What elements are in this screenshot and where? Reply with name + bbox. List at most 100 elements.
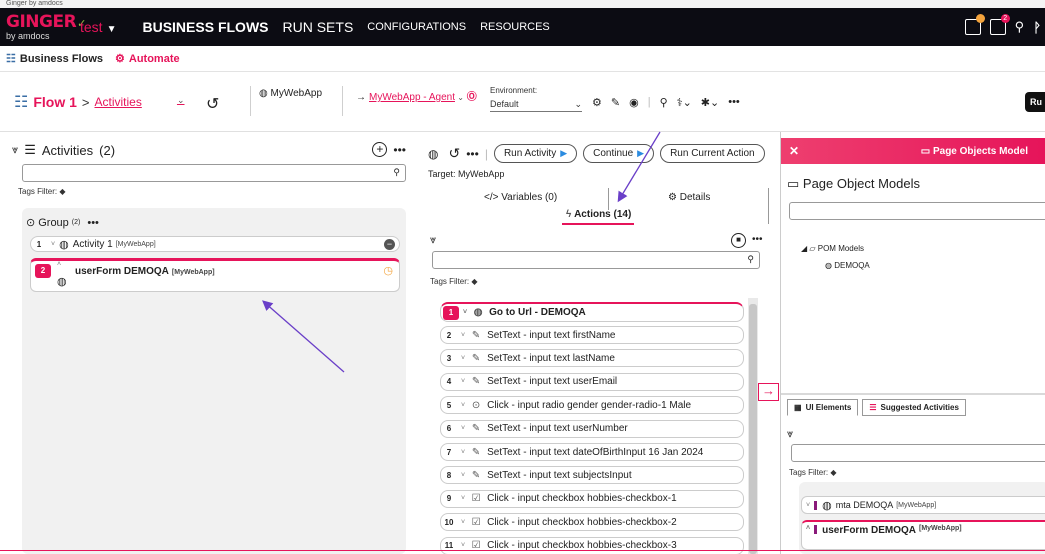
action-row[interactable]: 11 ˅ ☑ Click - input checkbox hobbies-check… xyxy=(440,536,744,554)
actions-tags-filter[interactable]: Tags Filter: ◆ xyxy=(430,277,478,286)
action-row[interactable]: 3 ˅ ✎ SetText - input text lastName xyxy=(440,349,744,368)
tree-node-demoqa[interactable]: ◍ DEMOQA xyxy=(825,261,870,270)
chevron-down-icon[interactable]: ˅ xyxy=(461,519,465,526)
list-icon: ☰ xyxy=(24,142,36,157)
bottom-accent-line xyxy=(0,550,1045,551)
scrollbar[interactable] xyxy=(748,298,758,554)
tab-business-flows[interactable]: ☷ Business Flows xyxy=(6,52,103,66)
group-header[interactable]: ⊙ Group (2) ••• xyxy=(26,216,99,230)
tab-actions[interactable]: ϟ Actions (14) xyxy=(566,209,631,220)
action-row[interactable]: 8 ˅ ✎ SetText - input text subjectsInput xyxy=(440,466,744,485)
chevron-down-icon[interactable]: ˅ xyxy=(51,241,55,248)
more-icon[interactable]: ••• xyxy=(87,217,99,229)
chevron-down-icon[interactable]: ˅ xyxy=(461,542,465,549)
collapse-all-icon[interactable]: ⩔ xyxy=(12,144,18,157)
solution-selector[interactable]: test ▼ xyxy=(80,19,116,35)
chevron-down-icon[interactable]: ˅ xyxy=(461,355,465,362)
run-current-action-label: Run Current Action xyxy=(670,148,755,159)
nav-run-sets[interactable]: RUN SETS xyxy=(283,19,354,35)
close-icon[interactable]: ✕ xyxy=(789,144,799,158)
action-row[interactable]: 2 ˅ ✎ SetText - input text firstName xyxy=(440,326,744,344)
action-row[interactable]: 10 ˅ ☑ Click - input checkbox hobbies-check… xyxy=(440,513,744,532)
agent-selector[interactable]: → MyWebApp - Agent ⌄ Ⓞ xyxy=(356,88,477,103)
activities-tags-filter[interactable]: Tags Filter: ◆ xyxy=(18,187,66,196)
activity-row[interactable]: 1 ˅ ◍ Activity 1 [MyWebApp] − xyxy=(30,236,400,252)
settings-icon[interactable]: ⚙ xyxy=(592,96,602,109)
tree-node-pom-models[interactable]: ◢ ▱ POM Models xyxy=(801,244,864,253)
chevron-down-icon[interactable]: ˅ xyxy=(461,378,465,385)
power-icon[interactable]: Ⓞ xyxy=(467,92,477,103)
search-icon[interactable]: ⚲ xyxy=(1015,19,1025,35)
continue-button[interactable]: Continue ▶ xyxy=(583,144,655,163)
action-row[interactable]: 5 ˅ ⊙ Click - input radio gender gender-rad… xyxy=(440,396,744,415)
chevron-down-icon[interactable]: ˅ xyxy=(461,472,465,479)
toggle-pom-panel-button[interactable]: → xyxy=(758,383,779,401)
search-icon[interactable]: ⚲ xyxy=(660,96,668,109)
action-row[interactable]: 1 ˅ ◍ Go to Url - DEMOQA xyxy=(440,302,744,322)
stop-icon[interactable]: ■ xyxy=(731,233,746,248)
magic-wand-icon[interactable]: ✎ xyxy=(611,96,620,109)
nav-configurations[interactable]: CONFIGURATIONS xyxy=(367,21,466,33)
scrollbar-thumb[interactable] xyxy=(749,304,757,554)
toolbar-divider: | xyxy=(647,96,651,108)
collapse-all-icon[interactable]: ⩔ xyxy=(787,428,793,441)
panel-splitter[interactable] xyxy=(781,393,1045,395)
chevron-down-icon[interactable]: ˅ xyxy=(461,402,465,409)
add-activity-button[interactable]: + xyxy=(372,142,388,157)
ginger-logo[interactable]: GINGER✓ by amdocs xyxy=(0,13,86,41)
action-row[interactable]: 7 ˅ ✎ SetText - input text dateOfBirthInput… xyxy=(440,443,744,461)
chevron-down-icon[interactable]: ˅ xyxy=(463,309,467,316)
continue-label: Continue xyxy=(593,148,634,159)
tab-suggested-activities[interactable]: ☰ Suggested Activities xyxy=(862,399,966,416)
collapse-all-icon[interactable]: ⩔ xyxy=(430,234,436,247)
more-icon[interactable]: ••• xyxy=(466,147,479,161)
suggested-tags-filter[interactable]: Tags Filter: ◆ xyxy=(789,468,837,477)
more-icon[interactable]: ••• xyxy=(752,234,763,245)
chevron-down-icon[interactable]: ˅ xyxy=(461,495,465,502)
activity-row-selected[interactable]: 2 ˄ ◍ userForm DEMOQA [MyWebApp] ◷ xyxy=(30,258,400,292)
action-row[interactable]: 4 ˅ ✎ SetText - input text userEmail xyxy=(440,372,744,391)
run-flow-button[interactable]: Ru xyxy=(1025,92,1045,112)
view-selector[interactable]: Activities ⌄ xyxy=(95,95,185,109)
chevron-down-icon[interactable]: ˄ xyxy=(57,261,61,268)
actions-search-input[interactable]: ⚲ xyxy=(432,251,760,269)
action-number: 10 xyxy=(444,517,454,527)
chevron-down-icon[interactable]: ˅ xyxy=(461,449,465,456)
undo-icon[interactable]: ↺ xyxy=(448,145,460,162)
suggested-activity-row-selected[interactable]: ˄ userForm DEMOQA [MyWebApp] xyxy=(801,520,1045,550)
flow-name[interactable]: Flow 1 xyxy=(33,94,77,110)
action-row[interactable]: 9 ˅ ☑ Click - input checkbox hobbies-checkb… xyxy=(440,489,744,508)
tab-variables[interactable]: </> Variables (0) xyxy=(484,192,557,203)
chevron-up-icon[interactable]: ˄ xyxy=(806,525,810,532)
suggested-activity-row[interactable]: ˅ ◍ mta DEMOQA [MyWebApp] xyxy=(801,496,1045,514)
run-current-action-button[interactable]: Run Current Action xyxy=(660,144,765,163)
collapse-icon[interactable]: ⊙ xyxy=(26,216,35,229)
chevron-down-icon[interactable]: ˅ xyxy=(806,502,810,509)
branch-icon[interactable]: ᚹ xyxy=(1033,20,1041,35)
source-control-icon[interactable] xyxy=(964,14,985,35)
agent-label: MyWebApp - Agent xyxy=(369,92,455,103)
activities-search-input[interactable]: ⚲ xyxy=(22,164,406,182)
chevron-down-icon[interactable]: ˅ xyxy=(461,425,465,432)
remove-icon[interactable]: − xyxy=(384,238,395,250)
run-activity-button[interactable]: Run Activity ▶ xyxy=(493,144,578,163)
more-icon[interactable]: ••• xyxy=(393,143,406,157)
chevron-down-icon[interactable]: ˅ xyxy=(461,332,465,339)
nav-resources[interactable]: RESOURCES xyxy=(480,21,550,33)
bug-icon[interactable]: ✱⌄ xyxy=(701,96,719,109)
notifications-icon[interactable]: 2 xyxy=(989,14,1010,35)
action-row[interactable]: 6 ˅ ✎ SetText - input text userNumber xyxy=(440,419,744,438)
tab-ui-elements[interactable]: ▦ UI Elements xyxy=(787,399,859,416)
analyze-icon[interactable]: ⚕⌄ xyxy=(677,96,692,109)
environment-selector[interactable]: Environment: Default ⌄ xyxy=(490,86,582,112)
undo-icon[interactable]: ↺ xyxy=(206,94,219,114)
tab-automate[interactable]: ⚙ Automate xyxy=(115,52,180,66)
pom-search-input[interactable] xyxy=(789,202,1045,220)
tab-details[interactable]: ⚙ Details xyxy=(668,192,710,203)
tab-divider xyxy=(768,188,769,224)
nav-business-flows[interactable]: BUSINESS FLOWS xyxy=(142,19,268,35)
suggested-search-input[interactable] xyxy=(791,444,1045,462)
eye-icon[interactable]: ◉ xyxy=(629,96,639,109)
more-icon[interactable]: ••• xyxy=(728,96,740,109)
target-app[interactable]: ◍ MyWebApp xyxy=(259,88,322,99)
